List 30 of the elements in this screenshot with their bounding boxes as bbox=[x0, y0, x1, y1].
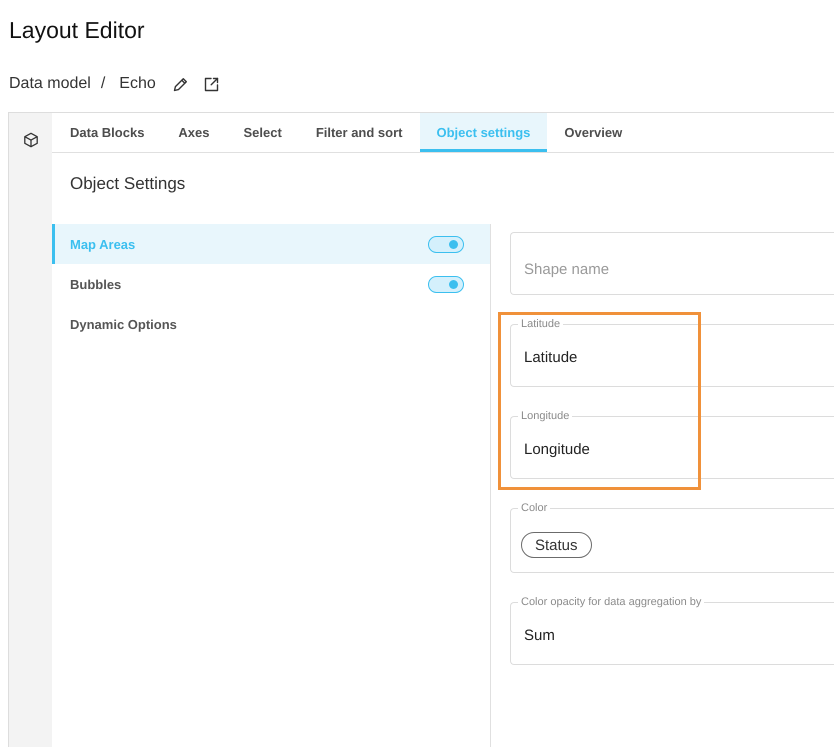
tab[interactable]: Axes bbox=[161, 113, 226, 152]
breadcrumb-separator: / bbox=[100, 74, 106, 94]
settings-list-item[interactable]: Dynamic Options bbox=[52, 304, 490, 344]
field-label: Color opacity for data aggregation by bbox=[520, 596, 702, 608]
external-link-icon[interactable] bbox=[202, 76, 220, 92]
breadcrumb-link[interactable]: Data model bbox=[9, 74, 91, 94]
value-chip[interactable]: Status bbox=[521, 532, 592, 558]
toggle-switch[interactable] bbox=[428, 236, 464, 252]
tab[interactable]: Select bbox=[226, 113, 299, 152]
tab[interactable]: Filter and sort bbox=[298, 113, 420, 152]
settings-list-item[interactable]: Bubbles bbox=[52, 264, 490, 304]
tab[interactable]: Overview bbox=[547, 113, 640, 152]
field-value: Sum bbox=[524, 626, 555, 646]
field-label: Color bbox=[520, 502, 548, 514]
field-placeholder: Shape name bbox=[524, 260, 610, 280]
section-title: Object Settings bbox=[69, 173, 186, 195]
input-field[interactable]: Latitude Latitude bbox=[510, 318, 834, 387]
input-field[interactable]: Color Status bbox=[510, 502, 834, 573]
page-title: Layout Editor bbox=[9, 16, 145, 44]
pencil-icon[interactable] bbox=[172, 76, 189, 92]
field-value: Longitude bbox=[524, 440, 590, 460]
cube-icon[interactable] bbox=[22, 132, 38, 148]
toggle-switch[interactable] bbox=[428, 276, 464, 292]
input-field[interactable]: Longitude Longitude bbox=[510, 410, 834, 479]
field-label: Longitude bbox=[520, 410, 570, 422]
field-value: Latitude bbox=[524, 348, 578, 368]
input-field[interactable]: Color opacity for data aggregation by Sum bbox=[510, 596, 834, 665]
tab[interactable]: Data Blocks bbox=[53, 113, 162, 152]
field-label: Latitude bbox=[520, 318, 562, 330]
breadcrumb-current: Echo bbox=[119, 74, 156, 94]
